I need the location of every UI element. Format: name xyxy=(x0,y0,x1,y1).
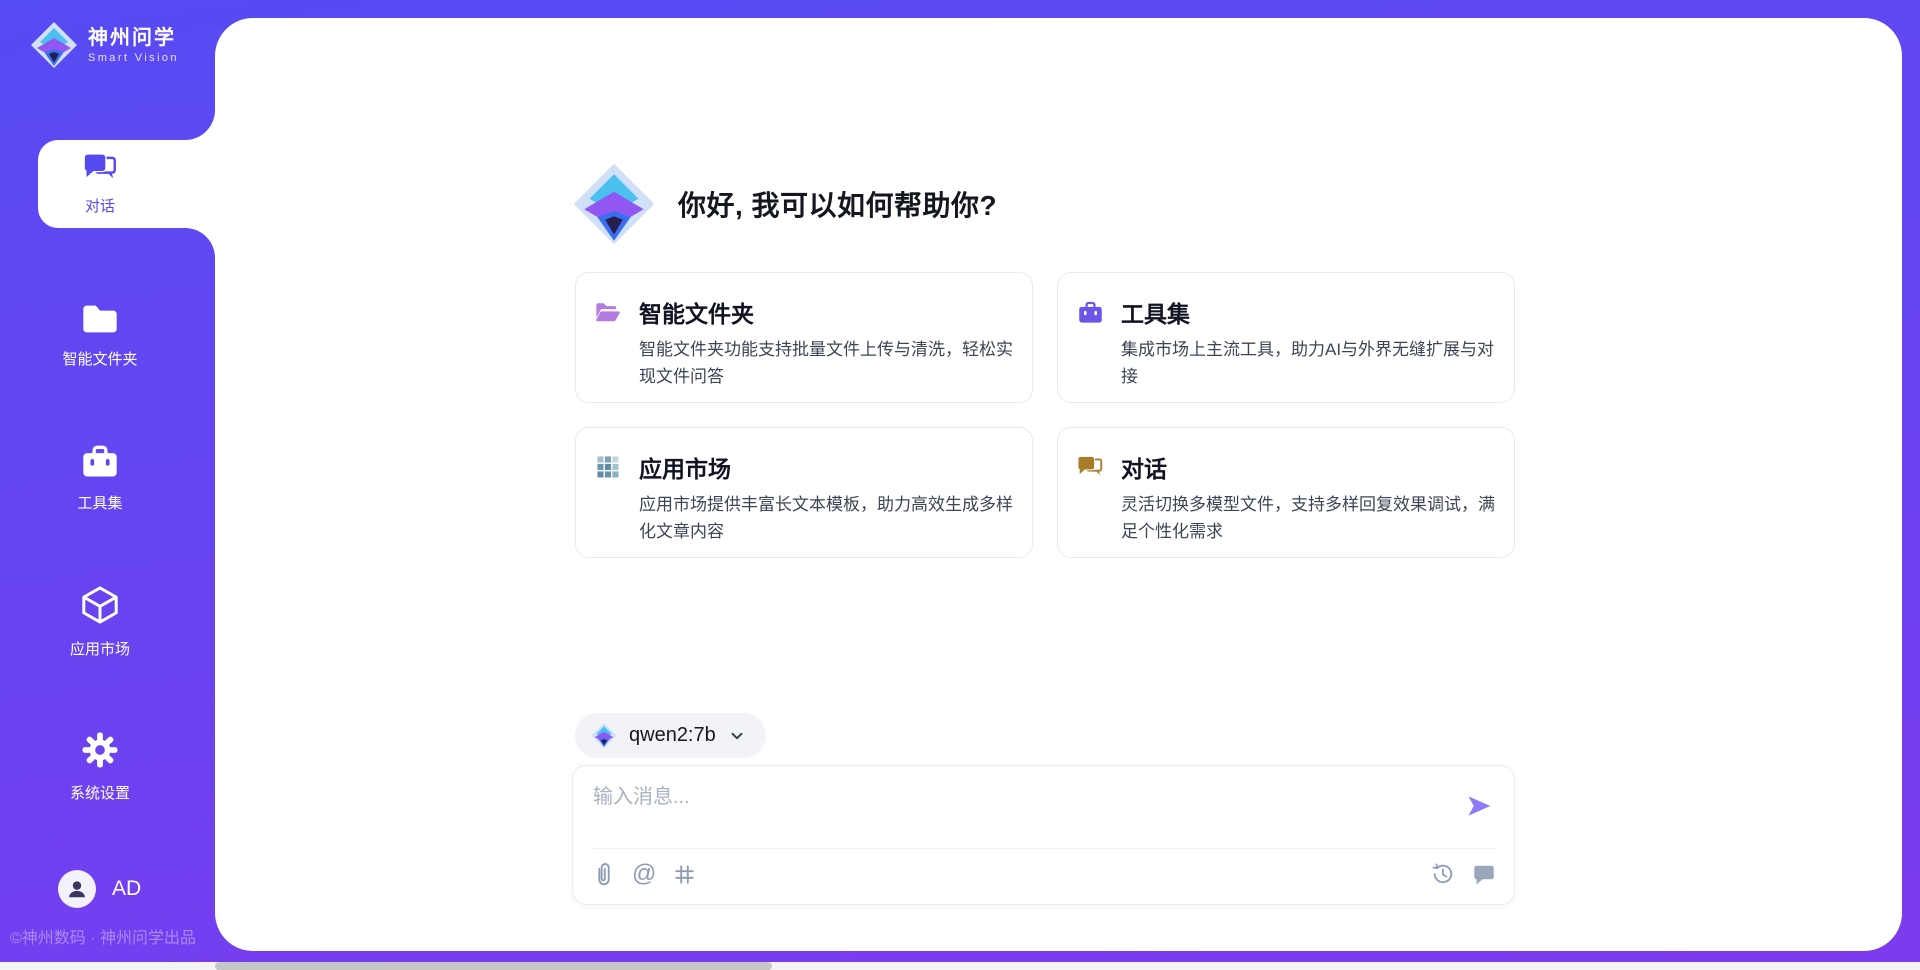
chat-bubbles-icon xyxy=(1076,455,1104,480)
paper-plane-icon xyxy=(1465,792,1493,820)
history-icon xyxy=(1431,862,1455,886)
hash-icon xyxy=(673,863,696,886)
user-name: AD xyxy=(112,877,141,901)
briefcase-icon xyxy=(1076,300,1104,325)
sidebar-item-label: 对话 xyxy=(85,195,115,216)
card-title: 应用市场 xyxy=(639,450,731,484)
at-icon: @ xyxy=(632,862,656,886)
main-panel: 你好, 我可以如何帮助你? 智能文件夹 智能文件夹功能支持批量文件上传与清洗，轻… xyxy=(215,18,1902,951)
folder-open-icon xyxy=(594,299,622,325)
card-description: 灵活切换多模型文件，支持多样回复效果调试，满足个性化需求 xyxy=(1121,491,1497,545)
brand-logo: 神州问学 Smart Vision xyxy=(30,20,179,70)
hero: 你好, 我可以如何帮助你? xyxy=(572,160,997,248)
card-description: 智能文件夹功能支持批量文件上传与清洗，轻松实现文件问答 xyxy=(639,336,1015,390)
chat-bubbles-icon xyxy=(82,152,118,190)
composer-toolbar: @ xyxy=(593,850,1496,898)
sidebar-item-label: 智能文件夹 xyxy=(62,348,137,369)
sidebar-item-toolset[interactable]: 工具集 xyxy=(0,428,200,528)
briefcase-icon xyxy=(80,443,120,485)
user-profile[interactable]: AD xyxy=(58,870,141,908)
brand-name: 神州问学 xyxy=(88,26,179,50)
folder-icon xyxy=(80,302,120,341)
conversation-button[interactable] xyxy=(1472,862,1496,886)
sidebar-item-label: 应用市场 xyxy=(70,638,130,659)
tab-fillet-top xyxy=(175,100,215,140)
sidebar-item-settings[interactable]: 系统设置 xyxy=(0,716,200,816)
card-app-market[interactable]: 应用市场 应用市场提供丰富长文本模板，助力高效生成多样化文章内容 xyxy=(575,427,1033,558)
send-button[interactable] xyxy=(1462,790,1496,824)
history-button[interactable] xyxy=(1431,862,1455,886)
card-smart-folder[interactable]: 智能文件夹 智能文件夹功能支持批量文件上传与清洗，轻松实现文件问答 xyxy=(575,272,1033,403)
greeting-title: 你好, 我可以如何帮助你? xyxy=(678,184,997,224)
brand-subtitle: Smart Vision xyxy=(88,52,179,64)
sidebar-item-chat[interactable]: 对话 xyxy=(38,140,215,228)
hero-gem-icon xyxy=(572,160,656,248)
sidebar: 神州问学 Smart Vision 对话 智能文件夹 xyxy=(0,0,215,970)
sidebar-item-smart-folder[interactable]: 智能文件夹 xyxy=(0,285,200,385)
person-icon xyxy=(65,877,89,901)
brand-gem-icon xyxy=(30,20,78,70)
grid-icon xyxy=(594,454,622,480)
composer-divider xyxy=(593,848,1496,849)
message-composer: @ xyxy=(572,765,1515,905)
cube-icon xyxy=(79,584,121,631)
sidebar-item-label: 系统设置 xyxy=(70,782,130,803)
message-input[interactable] xyxy=(593,780,1423,842)
tab-fillet-bottom xyxy=(175,228,215,268)
card-title: 智能文件夹 xyxy=(639,295,754,329)
feature-cards: 智能文件夹 智能文件夹功能支持批量文件上传与清洗，轻松实现文件问答 xyxy=(575,272,1515,558)
mention-button[interactable]: @ xyxy=(632,862,656,886)
model-selector[interactable]: qwen2:7b xyxy=(575,713,766,758)
sidebar-item-label: 工具集 xyxy=(77,492,122,513)
attach-file-button[interactable] xyxy=(593,861,615,888)
topic-button[interactable] xyxy=(673,863,696,886)
model-gem-icon xyxy=(591,722,617,749)
copyright-text: ©神州数码 · 神州问学出品 xyxy=(10,924,210,948)
card-toolset[interactable]: 工具集 集成市场上主流工具，助力AI与外界无缝扩展与对接 xyxy=(1057,272,1515,403)
card-chat[interactable]: 对话 灵活切换多模型文件，支持多样回复效果调试，满足个性化需求 xyxy=(1057,427,1515,558)
card-description: 集成市场上主流工具，助力AI与外界无缝扩展与对接 xyxy=(1121,336,1497,390)
sidebar-item-app-market[interactable]: 应用市场 xyxy=(0,571,200,671)
avatar xyxy=(58,870,96,908)
gear-icon xyxy=(80,730,120,775)
paperclip-icon xyxy=(593,861,615,888)
card-title: 工具集 xyxy=(1121,295,1190,329)
model-name: qwen2:7b xyxy=(629,724,716,747)
horizontal-scrollbar-thumb[interactable] xyxy=(215,962,772,970)
chat-bubble-icon xyxy=(1472,862,1496,886)
card-description: 应用市场提供丰富长文本模板，助力高效生成多样化文章内容 xyxy=(639,491,1015,545)
chevron-down-icon xyxy=(728,727,746,745)
card-title: 对话 xyxy=(1121,450,1167,484)
